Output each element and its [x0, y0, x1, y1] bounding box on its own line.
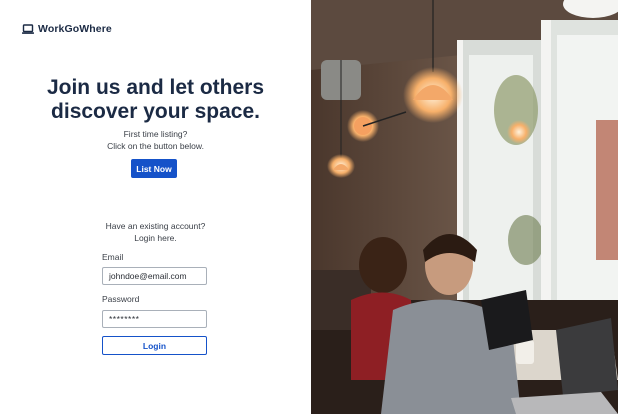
login-prompt-line-2: Login here.: [134, 233, 177, 243]
password-label: Password: [102, 294, 140, 304]
laptop-icon: [22, 23, 34, 34]
brand-logo[interactable]: WorkGoWhere: [22, 23, 112, 35]
list-now-button[interactable]: List Now: [131, 159, 177, 178]
headline-line-1: Join us and let others: [46, 76, 265, 99]
headline-line-2: discover your space.: [51, 100, 260, 123]
login-prompt-line-1: Have an existing account?: [105, 221, 206, 231]
page-headline: Join us and let others discover your spa…: [0, 76, 311, 124]
password-field[interactable]: ********: [102, 310, 207, 328]
email-label: Email: [102, 252, 124, 262]
listing-prompt: First time listing? Click on the button …: [0, 128, 311, 152]
login-prompt: Have an existing account? Login here.: [0, 220, 311, 244]
listing-panel: WorkGoWhere Join us and let others disco…: [0, 0, 311, 414]
email-field[interactable]: johndoe@email.com: [102, 267, 207, 285]
listing-prompt-line-2: Click on the button below.: [107, 141, 204, 151]
cafe-photo: [311, 0, 618, 414]
listing-prompt-line-1: First time listing?: [123, 129, 188, 139]
cafe-illustration: [311, 0, 618, 414]
login-button[interactable]: Login: [102, 336, 207, 355]
brand-name: WorkGoWhere: [38, 23, 112, 35]
